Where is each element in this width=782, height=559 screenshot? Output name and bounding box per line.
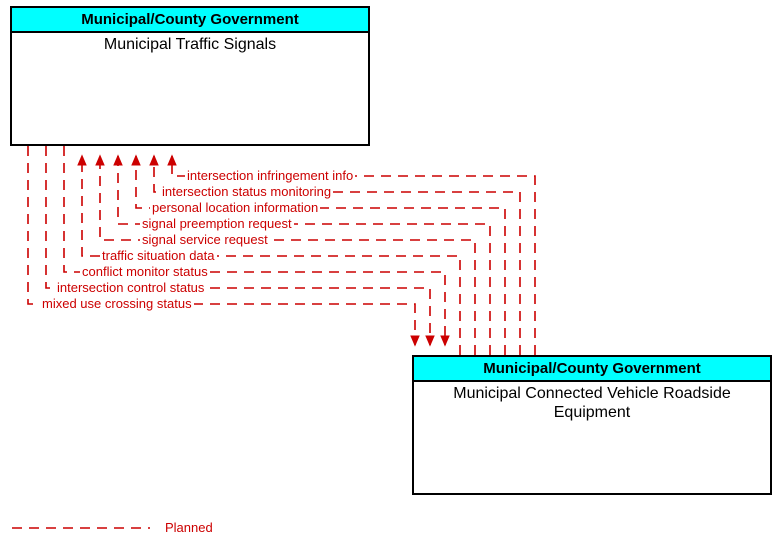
flow-label: personal location information: [150, 200, 320, 215]
flow-label: mixed use crossing status: [40, 296, 194, 311]
flow-label: intersection infringement info: [185, 168, 355, 183]
flow-label: intersection control status: [55, 280, 206, 295]
flow-label: intersection status monitoring: [160, 184, 333, 199]
flow-label: signal service request: [140, 232, 270, 247]
flow-label: conflict monitor status: [80, 264, 210, 279]
flow-label: traffic situation data: [100, 248, 217, 263]
flow-label: signal preemption request: [140, 216, 294, 231]
legend-planned: Planned: [165, 520, 213, 535]
